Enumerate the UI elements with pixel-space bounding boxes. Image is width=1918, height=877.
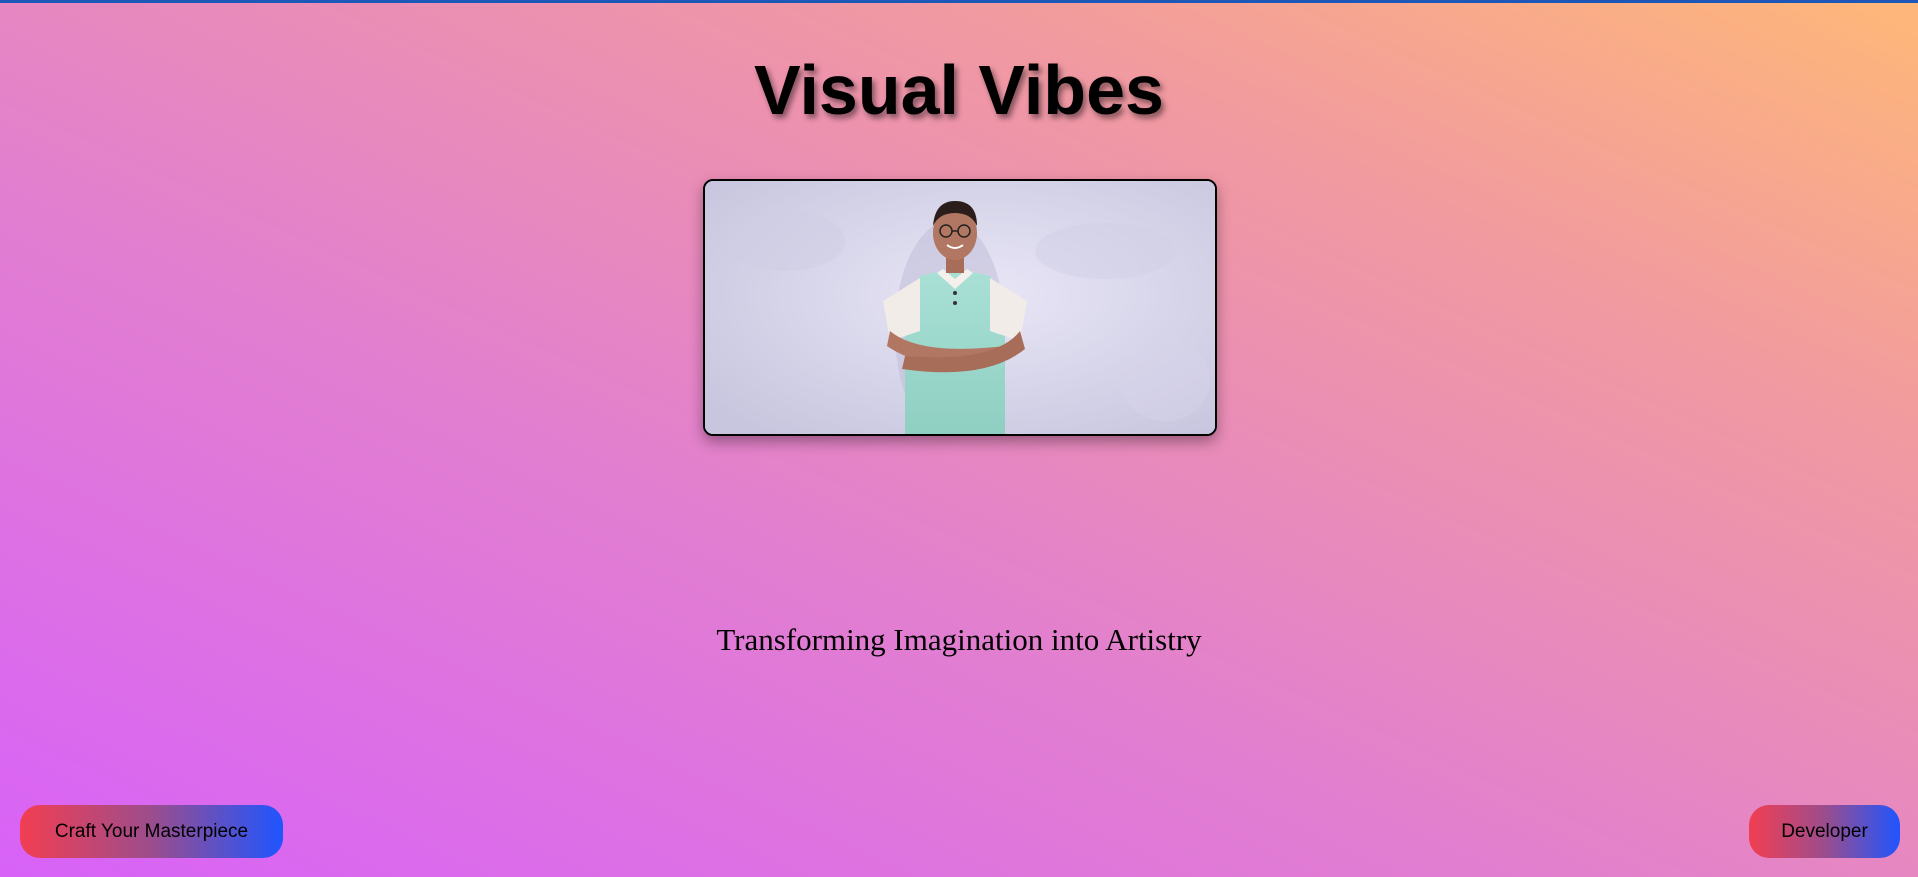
top-border [0,0,1918,3]
developer-button[interactable]: Developer [1749,805,1900,858]
hero-image [703,179,1217,436]
person-photo [705,181,1215,434]
craft-masterpiece-button[interactable]: Craft Your Masterpiece [20,805,283,858]
tagline: Transforming Imagination into Artistry [716,622,1202,657]
page-title: Visual Vibes [754,51,1164,129]
